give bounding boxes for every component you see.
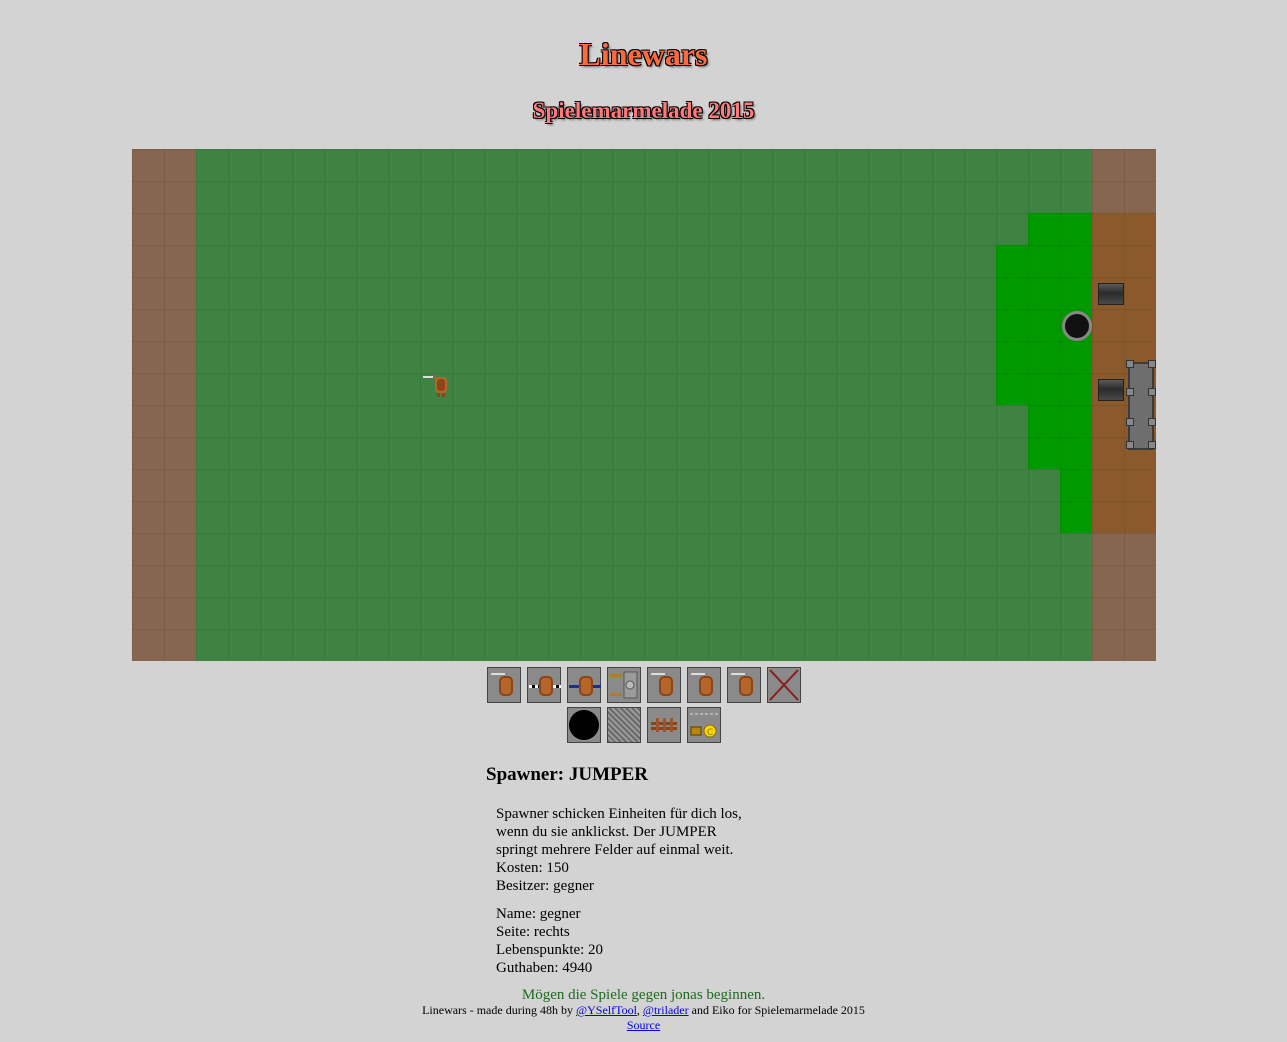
info-owner: Besitzer: gegner	[496, 878, 594, 894]
info-heading: Spawner: JUMPER	[486, 764, 649, 785]
enemy-base-icon[interactable]	[1126, 360, 1156, 450]
player-balance: Guthaben: 4940	[496, 960, 593, 976]
spawner-unit-7-button[interactable]	[726, 667, 761, 703]
info-desc-line: Spawner schicken Einheiten für dich los,	[496, 806, 742, 822]
player-stats: Name: gegner Seite: rechts Lebenspunkte:…	[496, 905, 806, 977]
page-subtitle: Spielemarmelade 2015	[532, 98, 755, 123]
footer-suffix: and Eiko for Spielemarmelade 2015	[691, 1003, 865, 1017]
sword-icon	[730, 673, 745, 675]
footer-sep: ,	[636, 1003, 640, 1017]
black-hole-icon[interactable]	[1062, 311, 1092, 341]
fence-button[interactable]	[646, 707, 681, 743]
player-lives: Lebenspunkte: 20	[496, 942, 604, 958]
wall-button[interactable]	[606, 707, 641, 743]
player-name: Name: gegner	[496, 906, 581, 922]
spawner-line-button[interactable]	[566, 667, 601, 703]
tank-icon	[609, 671, 637, 699]
spawner-tank-button[interactable]	[606, 667, 641, 703]
info-description: Spawner schicken Einheiten für dich los,…	[496, 805, 806, 895]
unit-sprite-icon	[578, 676, 593, 696]
spawner-jumper-button[interactable]	[526, 667, 561, 703]
player-side: Seite: rechts	[496, 924, 570, 940]
black-hole-icon	[568, 710, 599, 740]
unit-sprite-icon	[498, 676, 513, 696]
info-panel: Spawner: JUMPER Spawner schicken Einheit…	[486, 764, 806, 977]
author-link-trilader[interactable]: @trilader	[643, 1003, 689, 1017]
info-cost: Kosten: 150	[496, 860, 569, 876]
info-desc-line: wenn du sie anklickst. Der JUMPER	[496, 824, 717, 840]
sword-icon	[650, 673, 665, 675]
spawner-toolbar	[0, 667, 1287, 703]
unit-sprite-icon	[738, 676, 753, 696]
player-unit-icon	[423, 375, 447, 397]
sword-icon	[490, 673, 505, 675]
coin-icon: C	[689, 713, 718, 738]
enemy-cannon-icon[interactable]	[1098, 283, 1124, 305]
building-toolbar: C	[0, 707, 1287, 743]
left-border-zone	[132, 149, 196, 661]
page-title: Linewars	[579, 36, 708, 72]
spawner-basic-button[interactable]	[486, 667, 521, 703]
money-button[interactable]: C	[686, 707, 721, 743]
info-desc-line: springt mehrere Felder auf einmal weit.	[496, 842, 734, 858]
source-link[interactable]: Source	[627, 1018, 660, 1032]
footer: Linewars - made during 48h by @YSelfTool…	[0, 1003, 1287, 1033]
enemy-cannon-icon[interactable]	[1098, 379, 1124, 401]
unit-sprite-icon	[698, 676, 713, 696]
delete-button[interactable]	[766, 667, 801, 703]
territory-green-1	[1028, 213, 1092, 469]
spawner-unit-6-button[interactable]	[686, 667, 721, 703]
unit-sprite-icon	[658, 676, 673, 696]
unit-sprite-icon	[538, 676, 553, 696]
territory-green-3	[1060, 469, 1092, 533]
black-hole-button[interactable]	[566, 707, 601, 743]
author-link-yselftool[interactable]: @YSelfTool	[576, 1003, 637, 1017]
footer-prefix: Linewars - made during 48h by	[422, 1003, 574, 1017]
greeting-message: Mögen die Spiele gegen jonas beginnen.	[521, 987, 766, 1003]
spawner-unit-5-button[interactable]	[646, 667, 681, 703]
board-grid	[132, 149, 1156, 661]
sword-icon	[690, 673, 705, 675]
territory-green-2	[996, 245, 1028, 405]
game-board[interactable]	[132, 149, 1156, 661]
fence-icon	[650, 718, 677, 732]
cross-icon	[768, 669, 799, 701]
svg-text:C: C	[706, 728, 712, 738]
